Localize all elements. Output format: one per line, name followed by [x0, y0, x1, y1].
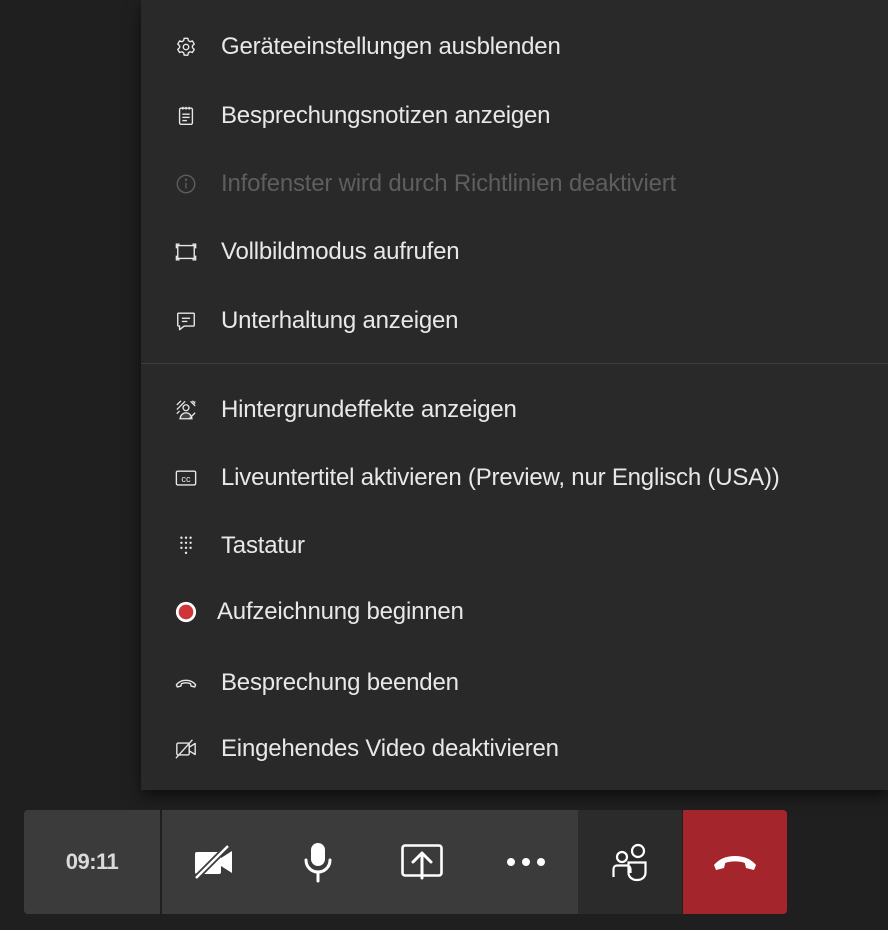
share-screen-button[interactable]: [370, 810, 474, 914]
menu-item-enable-live-captions[interactable]: cc Liveuntertitel aktivieren (Preview, n…: [141, 446, 888, 510]
microphone-icon: [304, 843, 332, 883]
more-actions-menu: Geräteeinstellungen ausblenden Besprechu…: [141, 0, 888, 790]
menu-item-label: Besprechung beenden: [221, 669, 459, 696]
camera-toggle-button[interactable]: [162, 810, 266, 914]
dialpad-icon: [174, 534, 198, 558]
record-icon: [174, 600, 198, 624]
menu-item-info-pane-disabled: Infofenster wird durch Richtlinien deakt…: [141, 152, 888, 216]
background-effects-icon: [174, 398, 198, 422]
participants-button[interactable]: [578, 810, 682, 914]
hang-up-icon: [714, 856, 756, 870]
hang-up-small-icon: [174, 671, 198, 695]
menu-divider: [141, 363, 888, 364]
gear-icon: [174, 35, 198, 59]
menu-item-label: Besprechungsnotizen anzeigen: [221, 102, 551, 129]
closed-captions-icon: cc: [174, 466, 198, 490]
menu-item-start-recording[interactable]: Aufzeichnung beginnen: [141, 580, 888, 644]
menu-item-hide-device-settings[interactable]: Geräteeinstellungen ausblenden: [141, 15, 888, 79]
menu-item-label: Hintergrundeffekte anzeigen: [221, 396, 517, 423]
menu-item-show-background-effects[interactable]: Hintergrundeffekte anzeigen: [141, 378, 888, 442]
leave-call-button[interactable]: [683, 810, 787, 914]
menu-item-label: Geräteeinstellungen ausblenden: [221, 33, 561, 60]
menu-item-show-conversation[interactable]: Unterhaltung anzeigen: [141, 289, 888, 353]
call-timer: 09:11: [24, 810, 160, 914]
more-options-button[interactable]: [474, 810, 578, 914]
menu-item-label: Unterhaltung anzeigen: [221, 307, 459, 334]
info-icon: [174, 172, 198, 196]
menu-item-enter-fullscreen[interactable]: Vollbildmodus aufrufen: [141, 220, 888, 284]
menu-item-end-meeting[interactable]: Besprechung beenden: [141, 651, 888, 715]
video-off-icon: [174, 737, 198, 761]
camera-off-icon: [193, 843, 232, 881]
menu-item-label: Eingehendes Video deaktivieren: [221, 735, 559, 762]
svg-text:cc: cc: [181, 474, 191, 484]
fullscreen-icon: [174, 240, 198, 264]
notes-icon: [174, 104, 198, 128]
microphone-toggle-button[interactable]: [266, 810, 370, 914]
menu-item-label: Tastatur: [221, 532, 305, 559]
menu-item-label: Vollbildmodus aufrufen: [221, 238, 460, 265]
menu-item-show-meeting-notes[interactable]: Besprechungsnotizen anzeigen: [141, 84, 888, 148]
menu-item-dialpad[interactable]: Tastatur: [141, 514, 888, 578]
menu-item-label: Infofenster wird durch Richtlinien deakt…: [221, 170, 677, 197]
participants-icon: [612, 843, 647, 882]
more-options-icon: [507, 858, 545, 866]
menu-item-label: Aufzeichnung beginnen: [217, 598, 464, 625]
menu-item-label: Liveuntertitel aktivieren (Preview, nur …: [221, 464, 780, 491]
menu-item-disable-incoming-video[interactable]: Eingehendes Video deaktivieren: [141, 717, 888, 781]
chat-icon: [174, 309, 198, 333]
share-screen-icon: [401, 844, 443, 880]
call-controls: [162, 810, 578, 914]
